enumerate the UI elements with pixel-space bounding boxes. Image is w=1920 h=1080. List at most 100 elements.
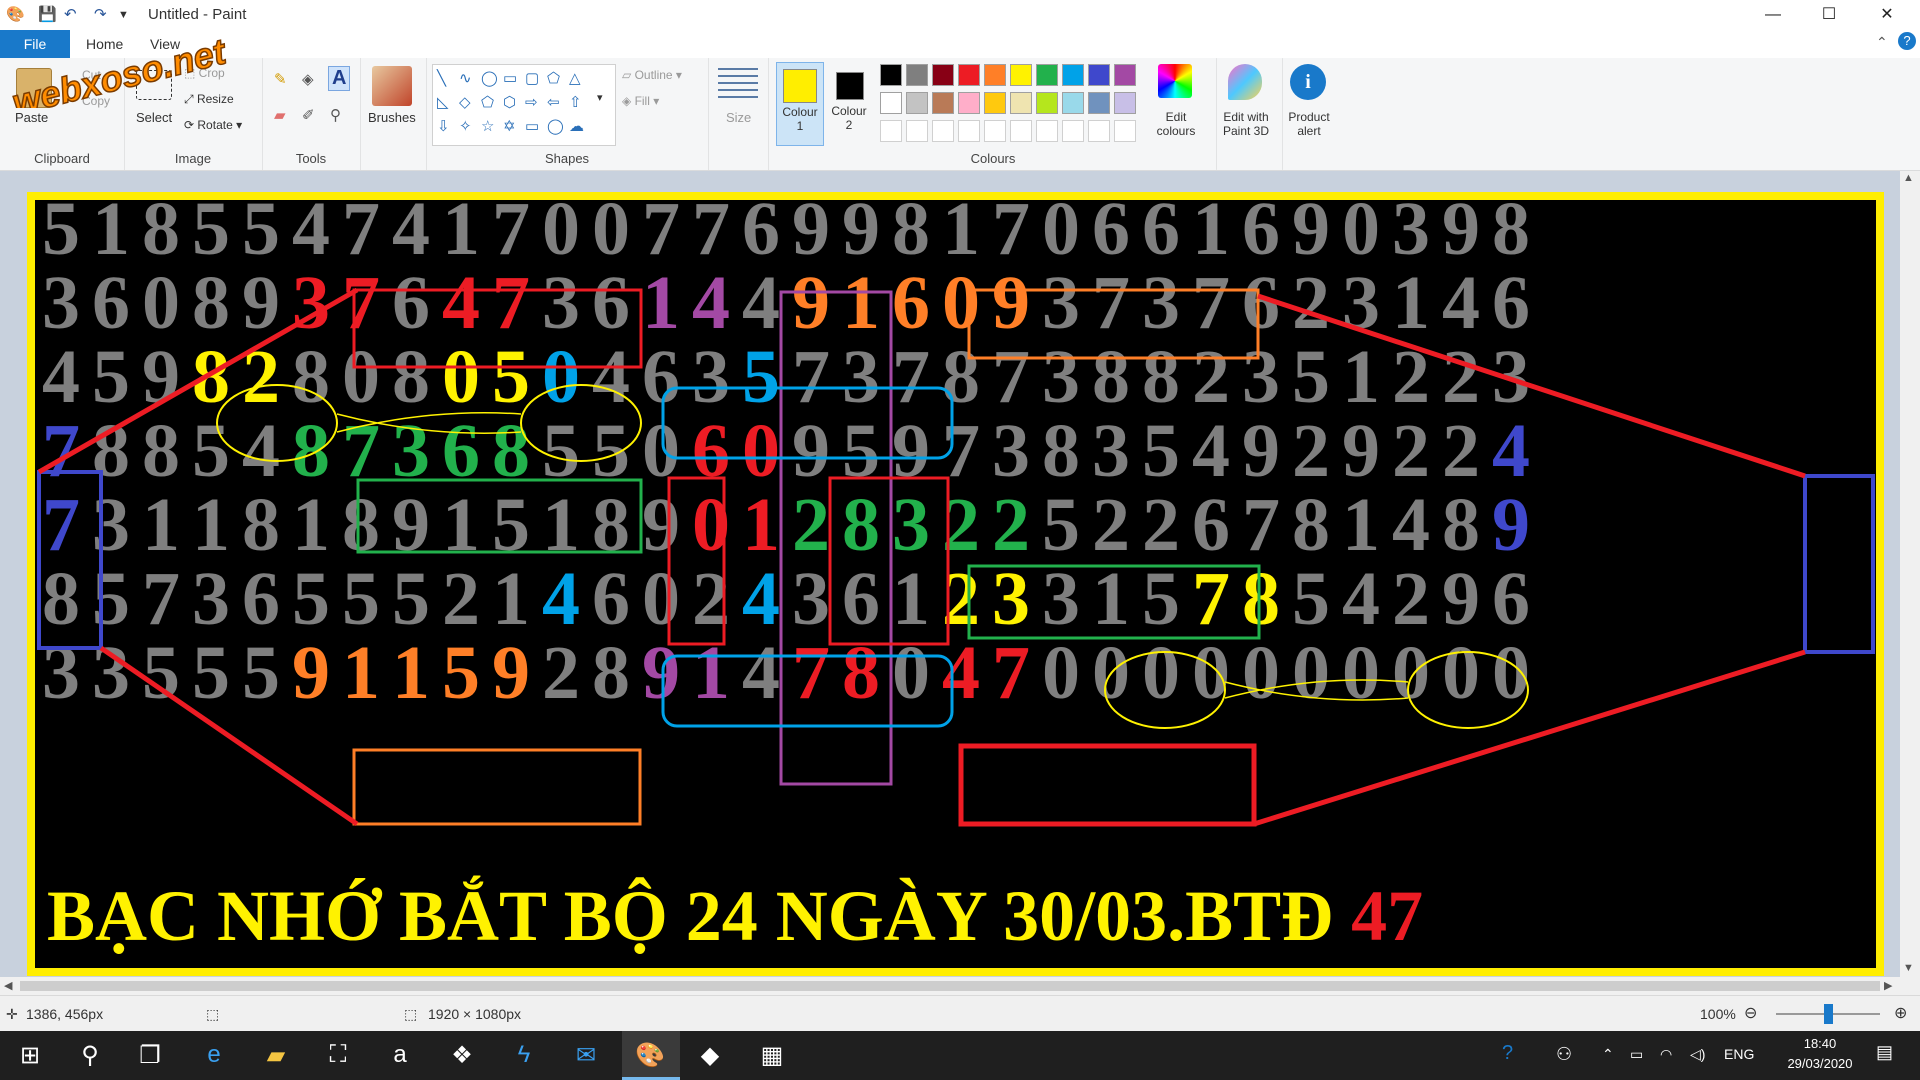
palette-swatch[interactable] bbox=[1114, 120, 1136, 142]
arrow-right-shape-icon[interactable]: ⇨ bbox=[525, 93, 538, 111]
paste-button[interactable]: Paste bbox=[15, 110, 48, 125]
clock-time[interactable]: 18:40 bbox=[1790, 1036, 1850, 1051]
product-alert-button[interactable]: Product alert bbox=[1282, 110, 1336, 138]
curve-shape-icon[interactable]: ∿ bbox=[459, 69, 472, 87]
mail-icon[interactable]: ✉ bbox=[566, 1041, 606, 1070]
redo-icon[interactable]: ↷ bbox=[94, 5, 107, 23]
palette-swatch[interactable] bbox=[1114, 92, 1136, 114]
palette-swatch[interactable] bbox=[906, 92, 928, 114]
palette-swatch[interactable] bbox=[984, 92, 1006, 114]
horizontal-scroll-thumb[interactable] bbox=[20, 981, 1880, 991]
diamond-shape-icon[interactable]: ◇ bbox=[459, 93, 471, 111]
battery-icon[interactable]: ▭ bbox=[1630, 1046, 1643, 1063]
task-view-icon[interactable]: ❐ bbox=[130, 1041, 170, 1070]
palette-swatch[interactable] bbox=[932, 92, 954, 114]
palette-swatch[interactable] bbox=[1088, 92, 1110, 114]
text-tool-icon[interactable]: A bbox=[328, 66, 351, 91]
palette-swatch[interactable] bbox=[1036, 64, 1058, 86]
palette-swatch[interactable] bbox=[1088, 120, 1110, 142]
people-icon[interactable]: ⚇ bbox=[1556, 1044, 1572, 1065]
palette-swatch[interactable] bbox=[880, 64, 902, 86]
colour-picker-icon[interactable]: ✐ bbox=[302, 106, 315, 124]
right-triangle-shape-icon[interactable]: ◺ bbox=[437, 93, 449, 111]
star-four-shape-icon[interactable]: ✧ bbox=[459, 117, 472, 135]
shapes-gallery[interactable]: ╲ ∿ ◯ ▭ ▢ ⬠ △ ◺ ◇ ⬠ ⬡ ⇨ ⇦ ⇧ ⇩ ✧ ☆ ✡ ▭ ◯ … bbox=[432, 64, 616, 146]
palette-swatch[interactable] bbox=[880, 92, 902, 114]
palette-swatch[interactable] bbox=[1062, 120, 1084, 142]
paint-app-icon[interactable]: 🎨 bbox=[6, 5, 25, 23]
amazon-icon[interactable]: a bbox=[380, 1041, 420, 1069]
help-button[interactable]: ? bbox=[1898, 32, 1916, 50]
palette-swatch[interactable] bbox=[958, 120, 980, 142]
zoom-in-button[interactable]: ⊕ bbox=[1894, 1003, 1907, 1023]
edit-colours-button[interactable]: Edit colours bbox=[1150, 110, 1202, 138]
palette-swatch[interactable] bbox=[906, 64, 928, 86]
hexagon-shape-icon[interactable]: ⬡ bbox=[503, 93, 516, 111]
notifications-icon[interactable]: ▤ bbox=[1876, 1042, 1893, 1063]
palette-swatch[interactable] bbox=[1036, 92, 1058, 114]
language-indicator[interactable]: ENG bbox=[1724, 1046, 1754, 1062]
palette-swatch[interactable] bbox=[1036, 120, 1058, 142]
zoom-slider-thumb[interactable] bbox=[1824, 1004, 1833, 1024]
palette-swatch[interactable] bbox=[1062, 92, 1084, 114]
star-six-shape-icon[interactable]: ✡ bbox=[503, 117, 516, 135]
pencil-icon[interactable]: ✎ bbox=[274, 70, 287, 88]
tray-chevron-icon[interactable]: ⌃ bbox=[1602, 1046, 1614, 1063]
palette-swatch[interactable] bbox=[1062, 64, 1084, 86]
rectangle-shape-icon[interactable]: ▭ bbox=[503, 69, 517, 87]
paint3d-icon[interactable] bbox=[1228, 64, 1262, 100]
arrow-up-shape-icon[interactable]: ⇧ bbox=[569, 93, 582, 111]
palette-swatch[interactable] bbox=[932, 64, 954, 86]
scroll-down-icon[interactable]: ▼ bbox=[1903, 962, 1914, 974]
triangle-shape-icon[interactable]: △ bbox=[569, 69, 581, 87]
fill-button[interactable]: ◈ Fill ▾ bbox=[622, 94, 659, 108]
brush-icon[interactable] bbox=[372, 66, 412, 106]
brushes-button[interactable]: Brushes bbox=[368, 110, 416, 125]
callout-rect-shape-icon[interactable]: ▭ bbox=[525, 117, 539, 135]
line-shape-icon[interactable]: ╲ bbox=[437, 69, 446, 87]
size-button[interactable]: Size bbox=[726, 110, 751, 125]
edge-browser-icon[interactable]: e bbox=[194, 1041, 234, 1069]
pentagon-shape-icon[interactable]: ⬠ bbox=[481, 93, 494, 111]
eraser-icon[interactable]: ▰ bbox=[274, 106, 286, 124]
scroll-up-icon[interactable]: ▲ bbox=[1903, 172, 1914, 184]
polygon-shape-icon[interactable]: ⬠ bbox=[547, 69, 560, 87]
callout-cloud-shape-icon[interactable]: ☁ bbox=[569, 117, 584, 135]
close-button[interactable]: ✕ bbox=[1864, 0, 1910, 30]
shapes-scroll-icon[interactable]: ▾ bbox=[597, 91, 603, 104]
undo-icon[interactable]: ↶ bbox=[64, 5, 77, 23]
store-icon[interactable]: ⛶ bbox=[318, 1041, 358, 1069]
scroll-left-icon[interactable]: ◀ bbox=[4, 979, 12, 992]
app-lightning-icon[interactable]: ϟ bbox=[504, 1041, 544, 1069]
search-icon[interactable]: ⚲ bbox=[70, 1041, 110, 1070]
dropbox-icon[interactable]: ❖ bbox=[442, 1041, 482, 1070]
oval-shape-icon[interactable]: ◯ bbox=[481, 69, 498, 87]
lottery-image[interactable]: 5 1 8 5 5 4 7 4 1 7 0 0 7 7 6 9 9 8 1 7 0 6 6 1 6 9 0 3 9 83 6 0 8 9 3 7 6 4 7… bbox=[27, 192, 1884, 976]
colour2-selector[interactable]: Colour 2 bbox=[826, 62, 872, 144]
save-icon[interactable]: 💾 bbox=[38, 5, 57, 23]
select-button[interactable]: Select bbox=[136, 110, 172, 125]
palette-swatch[interactable] bbox=[958, 64, 980, 86]
maximize-button[interactable]: ☐ bbox=[1806, 0, 1852, 30]
magnifier-icon[interactable]: ⚲ bbox=[330, 106, 341, 124]
palette-swatch[interactable] bbox=[984, 64, 1006, 86]
rotate-button[interactable]: ⟳ Rotate ▾ bbox=[184, 118, 242, 132]
edit-colours-icon[interactable] bbox=[1158, 64, 1192, 98]
palette-swatch[interactable] bbox=[932, 120, 954, 142]
colour1-selector[interactable]: Colour 1 bbox=[776, 62, 824, 146]
wifi-icon[interactable]: ◠ bbox=[1660, 1046, 1672, 1063]
palette-swatch[interactable] bbox=[880, 120, 902, 142]
quick-access-dropdown-icon[interactable]: ▼ bbox=[118, 9, 129, 21]
palette-swatch[interactable] bbox=[1010, 92, 1032, 114]
app-pinned-icon[interactable]: ◆ bbox=[690, 1041, 730, 1070]
minimize-button[interactable]: — bbox=[1750, 0, 1796, 30]
collapse-ribbon-button[interactable]: ⌃ bbox=[1876, 34, 1888, 51]
rounded-rectangle-shape-icon[interactable]: ▢ bbox=[525, 69, 539, 87]
palette-swatch[interactable] bbox=[1010, 64, 1032, 86]
volume-icon[interactable]: ◁) bbox=[1690, 1046, 1705, 1063]
palette-swatch[interactable] bbox=[1010, 120, 1032, 142]
palette-swatch[interactable] bbox=[958, 92, 980, 114]
edit-with-paint3d-button[interactable]: Edit with Paint 3D bbox=[1218, 110, 1274, 138]
fill-bucket-icon[interactable]: ◈ bbox=[302, 70, 314, 88]
vertical-scrollbar[interactable] bbox=[1900, 171, 1920, 977]
